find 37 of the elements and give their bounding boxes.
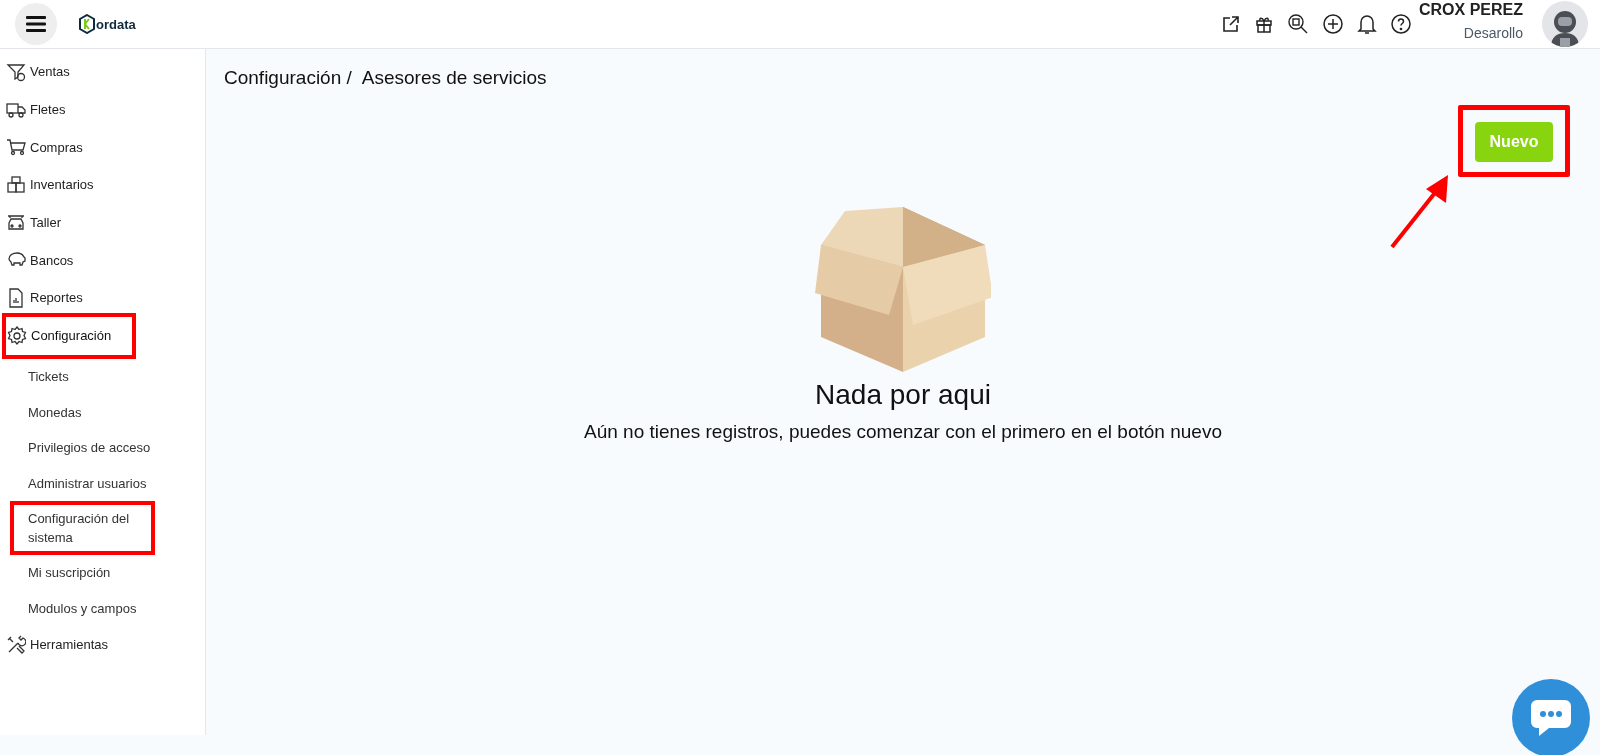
- sidebar-subitem[interactable]: Mi suscripción: [0, 554, 160, 591]
- sidebar-subitem[interactable]: Tickets: [0, 358, 160, 395]
- sidebar-subitem[interactable]: Monedas: [0, 394, 160, 430]
- sidebar-subitem[interactable]: Modulos y campos: [0, 590, 160, 626]
- sidebar-item[interactable]: Compras: [0, 128, 91, 167]
- user-role: Desarollo: [1463, 25, 1523, 41]
- report-icon: [6, 287, 26, 308]
- search-icon[interactable]: [1287, 13, 1309, 35]
- avatar[interactable]: [1542, 1, 1588, 47]
- sidebar-subitem[interactable]: Administrar usuarios: [0, 465, 160, 501]
- sidebar-item[interactable]: Fletes: [0, 90, 74, 129]
- sidebar-item[interactable]: Herramientas: [0, 625, 117, 664]
- user-name: CROX PEREZ: [1419, 1, 1523, 19]
- tools-icon: [6, 634, 26, 655]
- sidebar-item[interactable]: Ventas: [0, 53, 78, 91]
- menu-button[interactable]: [15, 3, 57, 45]
- sidebar-item[interactable]: Inventarios: [0, 166, 102, 204]
- bell-icon[interactable]: [1357, 13, 1377, 35]
- empty-state-title: Nada por aqui: [815, 379, 991, 411]
- page-title: Asesores de servicios: [361, 67, 547, 89]
- add-icon[interactable]: [1322, 13, 1344, 35]
- external-link-icon[interactable]: [1221, 14, 1241, 34]
- sidebar-subitem[interactable]: Privilegios de acceso: [0, 429, 160, 466]
- car-icon: [6, 212, 26, 233]
- menu-icon: [26, 16, 46, 32]
- sidebar-item[interactable]: Bancos: [0, 241, 82, 280]
- breadcrumb-link[interactable]: Configuración /: [224, 67, 352, 89]
- funnel-icon: [6, 61, 26, 82]
- empty-state-message: Aún no tienes registros, puedes comenzar con el primero en el botón nuevo: [584, 421, 1222, 443]
- help-icon[interactable]: [1390, 13, 1412, 35]
- sidebar-subitem[interactable]: Configuración del sistema: [10, 500, 155, 555]
- chat-bubble-icon: [1529, 698, 1573, 738]
- cart-icon: [6, 137, 26, 158]
- sidebar-item[interactable]: Taller: [0, 203, 70, 242]
- logo: ordata: [79, 14, 136, 34]
- boxes-icon: [6, 174, 26, 195]
- gear-icon: [7, 325, 27, 346]
